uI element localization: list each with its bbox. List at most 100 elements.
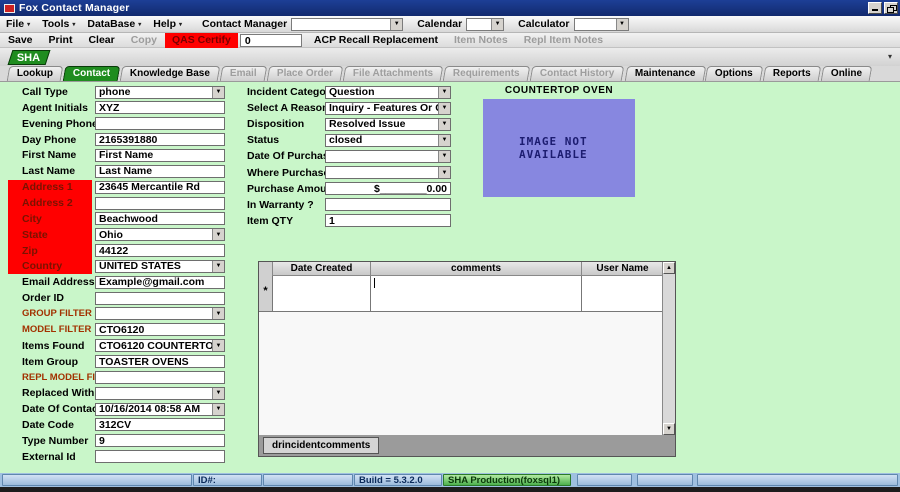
combo-calculator[interactable]: ▼ [574, 18, 629, 31]
tab-knowledge-base[interactable]: Knowledge Base [120, 66, 221, 81]
first-name-value: First Name [96, 149, 224, 161]
scroll-down-icon[interactable]: ▼ [663, 423, 675, 435]
first-name-input[interactable]: First Name [95, 149, 225, 162]
call-type-select[interactable]: phone▼ [95, 86, 225, 99]
dropdown-arrow-icon[interactable]: ▼ [212, 404, 224, 415]
print-button[interactable]: Print [41, 34, 81, 46]
cell-date_created[interactable] [273, 276, 371, 312]
zip-input[interactable]: 44122 [95, 244, 225, 257]
model-filter-input[interactable]: CTO6120 [95, 323, 225, 336]
dropdown-arrow-icon[interactable]: ▼ [212, 87, 224, 98]
clear-button[interactable]: Clear [80, 34, 122, 46]
toolbar-overflow-chevron-icon[interactable]: ▾ [888, 52, 892, 61]
comments-table: Date CreatedcommentsUser Name * ▲ ▼ drin… [258, 261, 676, 457]
dropdown-arrow-icon[interactable]: ▼ [212, 229, 224, 240]
country-select[interactable]: UNITED STATES▼ [95, 260, 225, 273]
external-id-input[interactable] [95, 450, 225, 463]
dropdown-arrow-icon[interactable]: ▼ [616, 19, 628, 30]
dropdown-arrow-icon[interactable]: ▼ [438, 167, 450, 178]
incident-category-select[interactable]: Question▼ [325, 86, 451, 99]
image-not-available-text: IMAGE NOT AVAILABLE [519, 135, 599, 161]
dropdown-arrow-icon[interactable]: ▼ [212, 308, 224, 319]
sha-button[interactable]: SHA [8, 50, 51, 65]
dropdown-arrow-icon[interactable]: ▼ [438, 87, 450, 98]
external-id-label: External Id [8, 451, 95, 463]
tab-label-online: Online [831, 67, 862, 81]
disposition-select[interactable]: Resolved Issue▼ [325, 118, 451, 131]
agent-initials-label: Agent Initials [8, 102, 95, 114]
city-input[interactable]: Beachwood [95, 212, 225, 225]
tab-requirements: Requirements [443, 66, 530, 81]
dropdown-arrow-icon[interactable]: ▼ [438, 103, 450, 114]
where-purchased-select[interactable]: ▼ [325, 166, 451, 179]
in-warranty-input[interactable] [325, 198, 451, 211]
save-button[interactable]: Save [0, 34, 41, 46]
column-header-user-name[interactable]: User Name [582, 262, 664, 276]
items-found-select[interactable]: CTO6120 COUNTERTOP OVEN▼ [95, 339, 225, 352]
group-filter-select[interactable]: ▼ [95, 307, 225, 320]
combo-label-calendar: Calendar [417, 18, 462, 30]
field-row-model-filter: MODEL FILTERCTO6120 [8, 323, 225, 337]
repl-model-filter-input[interactable] [95, 371, 225, 384]
in-warranty-label: In Warranty ? [245, 199, 325, 211]
menu-help[interactable]: Help▾ [147, 18, 188, 30]
state-select[interactable]: Ohio▼ [95, 228, 225, 241]
cell-user_name[interactable] [582, 276, 664, 312]
date-of-contact-select[interactable]: 10/16/2014 08:58 AM▼ [95, 403, 225, 416]
address-2-input[interactable] [95, 197, 225, 210]
cell-comments[interactable] [371, 276, 582, 312]
order-id-input[interactable] [95, 292, 225, 305]
menu-file[interactable]: File▾ [0, 18, 36, 30]
restore-button[interactable] [884, 2, 898, 14]
combo-calendar[interactable]: ▼ [466, 18, 504, 31]
type-number-input[interactable]: 9 [95, 434, 225, 447]
evening-phone-input[interactable] [95, 117, 225, 130]
status-panel [697, 474, 898, 486]
select-a-reason-select[interactable]: Inquiry - Features Or Compariso▼ [325, 102, 451, 115]
agent-initials-input[interactable]: XYZ [95, 101, 225, 114]
scroll-up-icon[interactable]: ▲ [663, 262, 675, 274]
tab-options[interactable]: Options [705, 66, 763, 81]
date-code-input[interactable]: 312CV [95, 418, 225, 431]
minimize-button[interactable] [868, 2, 882, 14]
column-header-comments[interactable]: comments [371, 262, 582, 276]
tab-contact[interactable]: Contact [63, 66, 121, 81]
day-phone-input[interactable]: 2165391880 [95, 133, 225, 146]
qas-certify-button[interactable]: QAS Certify [165, 33, 238, 48]
acp-recall-replacement-button[interactable]: ACP Recall Replacement [306, 34, 446, 46]
purchase-amount-input[interactable]: $________0.00 [325, 182, 451, 195]
dropdown-arrow-icon[interactable]: ▼ [438, 151, 450, 162]
tab-online[interactable]: Online [820, 66, 872, 81]
dropdown-arrow-icon[interactable]: ▼ [212, 340, 224, 351]
comments-table-scrollbar[interactable]: ▲ ▼ [662, 262, 675, 435]
field-row-disposition: DispositionResolved Issue▼ [245, 117, 451, 131]
menu-database[interactable]: DataBase▾ [81, 18, 147, 30]
status-select[interactable]: closed▼ [325, 134, 451, 147]
tab-maintenance[interactable]: Maintenance [624, 66, 705, 81]
qas-counter-field[interactable]: 0 [240, 34, 302, 47]
combo-contact-manager[interactable]: ▼ [291, 18, 403, 31]
dropdown-arrow-icon[interactable]: ▼ [438, 135, 450, 146]
item-qty-input[interactable]: 1 [325, 214, 451, 227]
dropdown-arrow-icon[interactable]: ▼ [212, 261, 224, 272]
dropdown-arrow-icon[interactable]: ▼ [438, 119, 450, 130]
tab-label-contact: Contact [73, 67, 110, 81]
dropdown-arrow-icon[interactable]: ▼ [212, 388, 224, 399]
menu-tools[interactable]: Tools▾ [36, 18, 81, 30]
comments-table-new-row: * [259, 276, 664, 312]
dropdown-arrow-icon[interactable]: ▼ [491, 19, 503, 30]
tab-reports[interactable]: Reports [763, 66, 821, 81]
field-row-city: CityBeachwood [8, 212, 225, 226]
tab-lookup[interactable]: Lookup [7, 66, 64, 81]
last-name-input[interactable]: Last Name [95, 165, 225, 178]
date-of-purchase-select[interactable]: ▼ [325, 150, 451, 163]
item-group-input[interactable]: TOASTER OVENS [95, 355, 225, 368]
dropdown-arrow-icon[interactable]: ▼ [390, 19, 402, 30]
address-1-input[interactable]: 23645 Mercantile Rd [95, 181, 225, 194]
status-build-5-3-2-0: Build = 5.3.2.0 [354, 474, 442, 486]
email-address-input[interactable]: Example@gmail.com [95, 276, 225, 289]
replaced-with-select[interactable]: ▼ [95, 387, 225, 400]
grid-tab-drincidentcomments[interactable]: drincidentcomments [263, 437, 379, 454]
column-header-date-created[interactable]: Date Created [273, 262, 371, 276]
titlebar: Fox Contact Manager [0, 0, 900, 16]
